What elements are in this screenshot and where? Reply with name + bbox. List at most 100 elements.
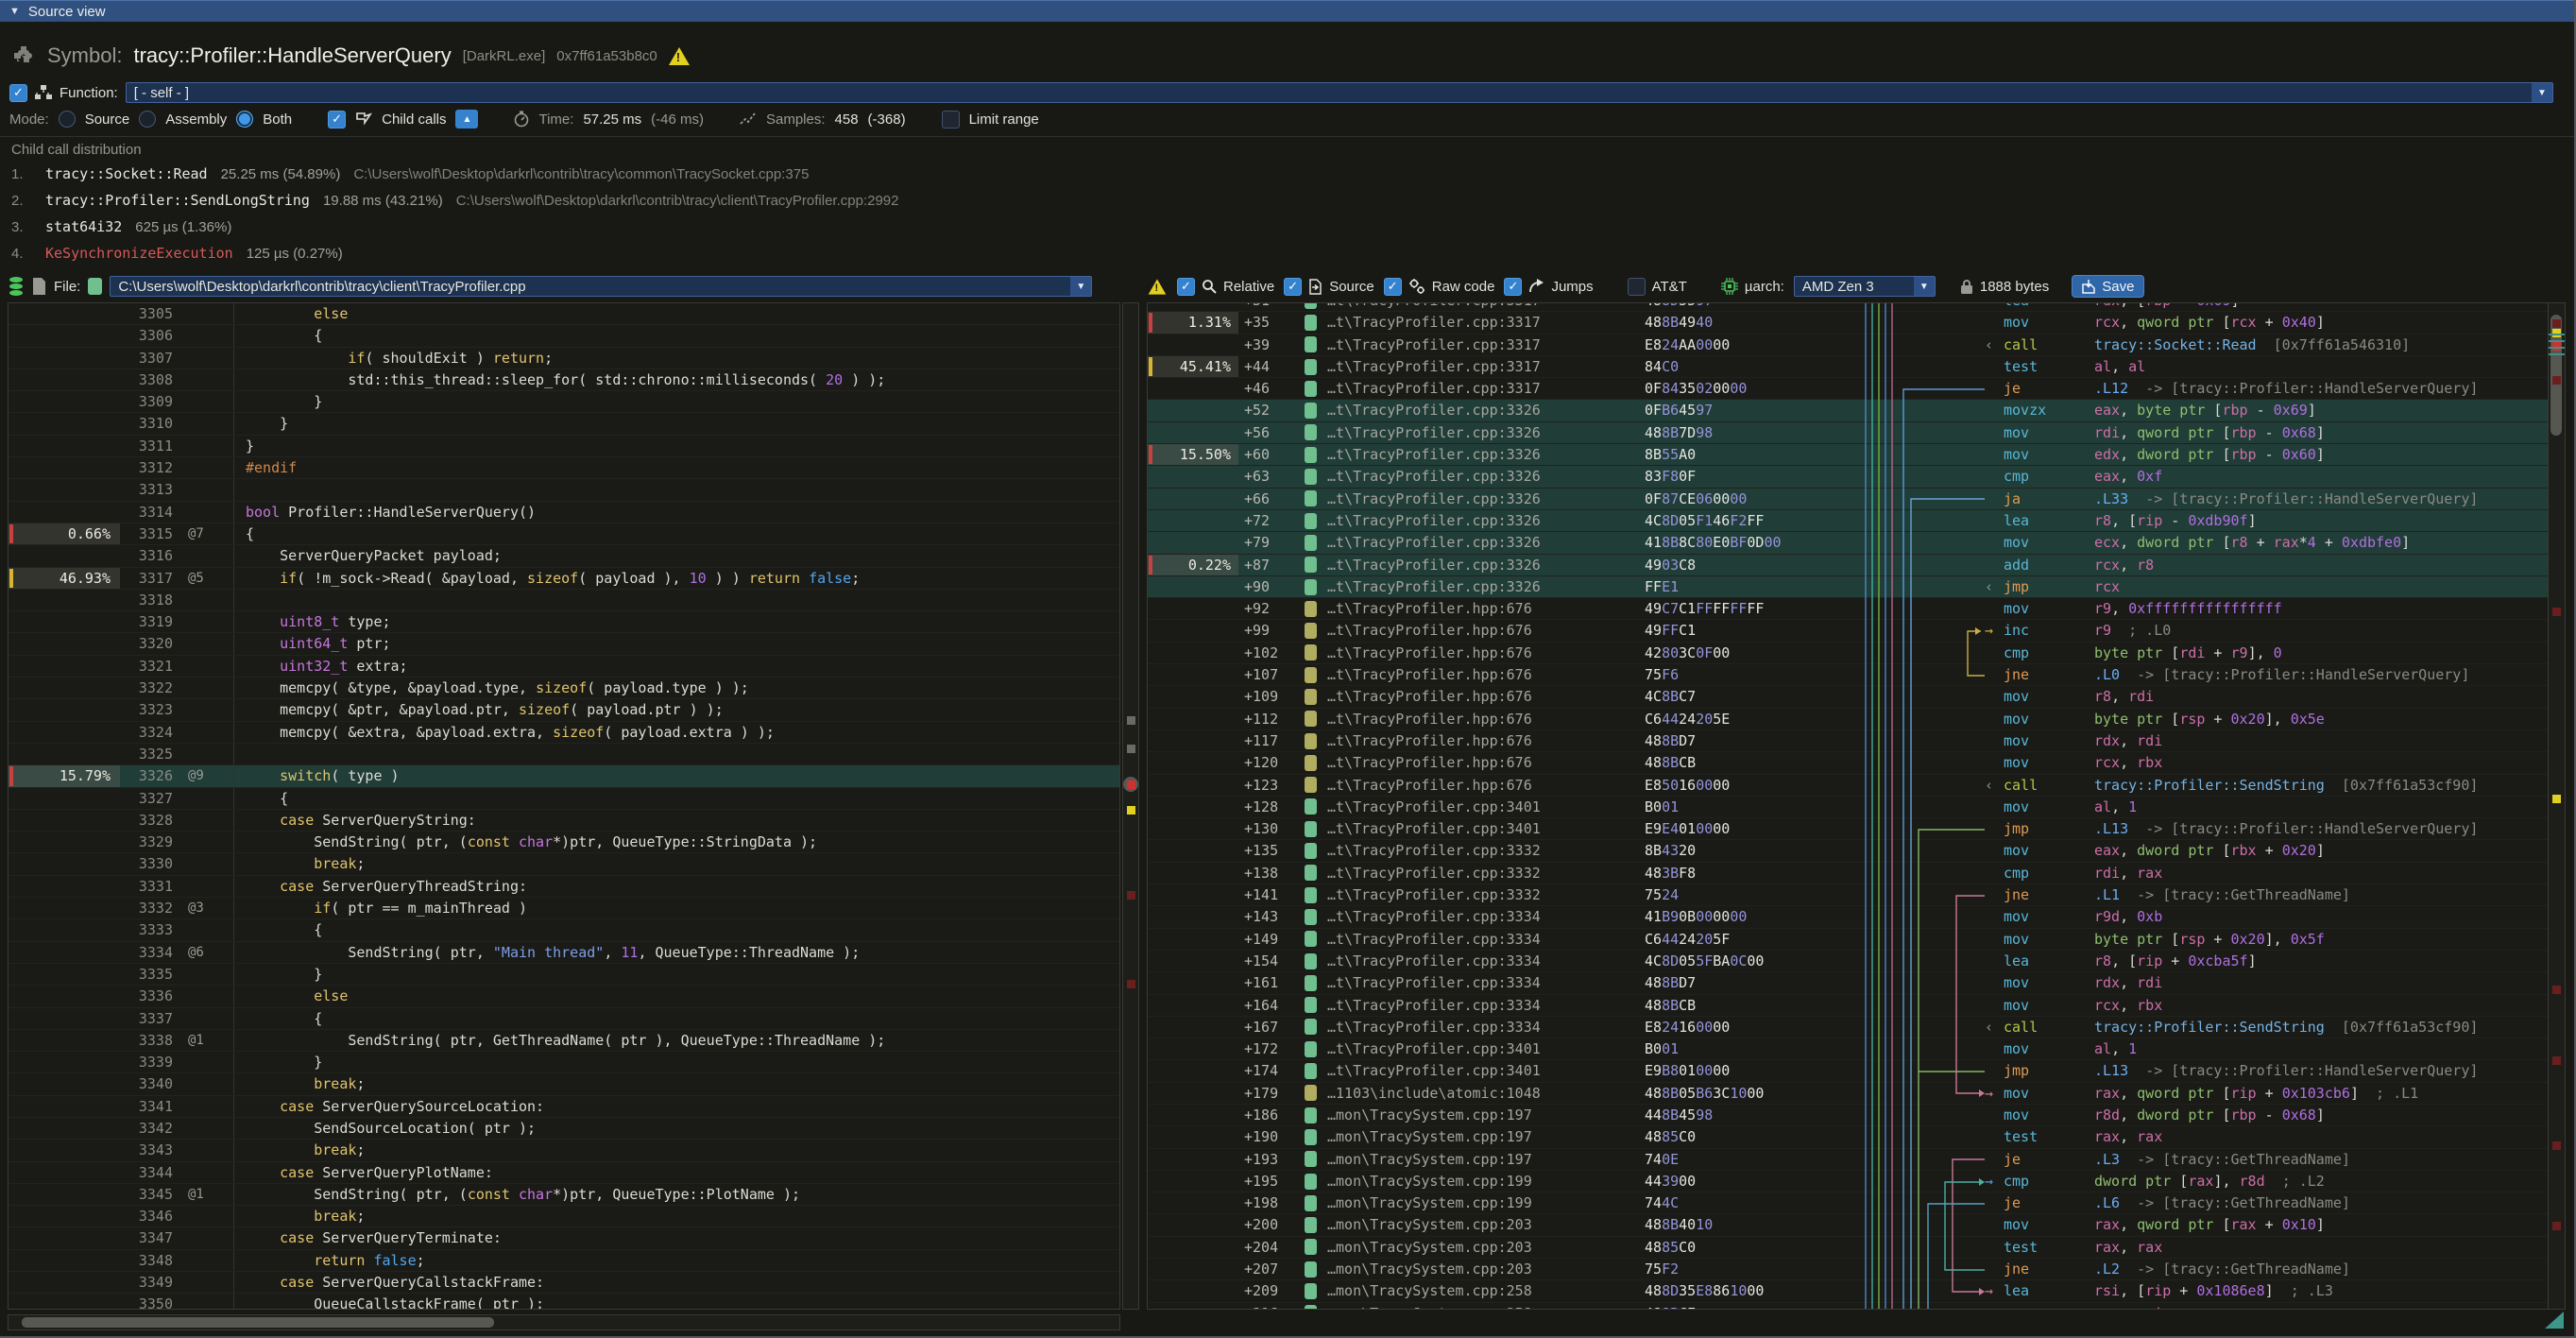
function-checkbox[interactable]: ✓ <box>9 84 27 102</box>
source-line-row[interactable]: 3305 else <box>9 303 1119 325</box>
asm-row[interactable]: +138…t\TracyProfiler.cpp:3332483BF8cmprd… <box>1148 863 2548 884</box>
asm-row[interactable]: +109…t\TracyProfiler.hpp:6764C8BC7movr8,… <box>1148 686 2548 708</box>
source-line-row[interactable]: 0.66%3315@7{ <box>9 523 1119 545</box>
source-line-row[interactable]: 3338@1 SendString( ptr, GetThreadName( p… <box>9 1030 1119 1052</box>
source-line-row[interactable]: 3330 break; <box>9 853 1119 875</box>
march-select[interactable]: AMD Zen 3 ▼ <box>1794 276 1936 297</box>
chevron-down-icon[interactable]: ▼ <box>1070 277 1091 296</box>
asm-row[interactable]: +174…t\TracyProfiler.cpp:3401E9B8010000j… <box>1148 1060 2548 1082</box>
asm-row[interactable]: +216…mon\TracySystem.cpp:258488BCEmovrcx… <box>1148 1303 2548 1309</box>
asm-row[interactable]: +99…t\TracyProfiler.hpp:67649FFC1→incr9 … <box>1148 620 2548 642</box>
source-line-row[interactable]: 46.93%3317@5 if( !m_sock->Read( &payload… <box>9 568 1119 590</box>
source-line-row[interactable]: 3340 break; <box>9 1073 1119 1095</box>
child-calls-checkbox[interactable]: ✓ <box>328 111 346 129</box>
asm-row[interactable]: 0.22%+87…t\TracyProfiler.cpp:33264903C8a… <box>1148 555 2548 576</box>
asm-row[interactable]: +149…t\TracyProfiler.cpp:3334C64424205Fm… <box>1148 929 2548 951</box>
asm-row[interactable]: +190…mon\TracySystem.cpp:1974885C0testra… <box>1148 1126 2548 1148</box>
radio-assembly[interactable] <box>139 111 156 128</box>
asm-row[interactable]: +167…t\TracyProfiler.cpp:3334E824160000‹… <box>1148 1017 2548 1038</box>
asm-row[interactable]: +39…t\TracyProfiler.cpp:3317E824AA0000‹c… <box>1148 334 2548 356</box>
asm-row[interactable]: +195…mon\TracySystem.cpp:199443900→cmpdw… <box>1148 1171 2548 1192</box>
asm-row[interactable]: +200…mon\TracySystem.cpp:203488B4010movr… <box>1148 1214 2548 1236</box>
source-line-row[interactable]: 3328 case ServerQueryString: <box>9 810 1119 832</box>
asm-row[interactable]: +193…mon\TracySystem.cpp:197740Eje.L3 ->… <box>1148 1149 2548 1171</box>
asm-row[interactable]: +56…t\TracyProfiler.cpp:3326488B7D98movr… <box>1148 422 2548 444</box>
asm-row[interactable]: +107…t\TracyProfiler.hpp:67675F6jne.L0 -… <box>1148 664 2548 686</box>
source-line-row[interactable]: 3322 memcpy( &type, &payload.type, sizeo… <box>9 678 1119 699</box>
asm-row[interactable]: +46…t\TracyProfiler.cpp:33170F8435020000… <box>1148 378 2548 400</box>
asm-row[interactable]: +198…mon\TracySystem.cpp:199744Cje.L6 ->… <box>1148 1192 2548 1214</box>
asm-row[interactable]: +90…t\TracyProfiler.cpp:3326FFE1‹jmprcx <box>1148 576 2548 598</box>
source-horizontal-scrollbar[interactable] <box>8 1314 1120 1330</box>
asm-row[interactable]: +135…t\TracyProfiler.cpp:33328B4320movea… <box>1148 840 2548 862</box>
source-line-row[interactable]: 3350 QueueCallstackFrame( ptr ); <box>9 1294 1119 1310</box>
source-line-row[interactable]: 3329 SendString( ptr, (const char*)ptr, … <box>9 832 1119 853</box>
source-line-row[interactable]: 15.79%3326@9 switch( type ) <box>9 765 1119 787</box>
chevron-down-icon[interactable]: ▼ <box>1914 277 1935 296</box>
asm-row[interactable]: 15.50%+60…t\TracyProfiler.cpp:33268B55A0… <box>1148 444 2548 466</box>
asm-row[interactable]: +204…mon\TracySystem.cpp:2034885C0testra… <box>1148 1237 2548 1259</box>
source-line-row[interactable]: 3324 memcpy( &extra, &payload.extra, siz… <box>9 722 1119 744</box>
relative-checkbox[interactable]: ✓ <box>1177 278 1195 296</box>
raw-code-checkbox[interactable]: ✓ <box>1384 278 1402 296</box>
source-line-row[interactable]: 3310 } <box>9 413 1119 435</box>
jumps-checkbox[interactable]: ✓ <box>1504 278 1522 296</box>
source-line-row[interactable]: 3347 case ServerQueryTerminate: <box>9 1227 1119 1249</box>
asm-row[interactable]: +130…t\TracyProfiler.cpp:3401E9E4010000j… <box>1148 818 2548 840</box>
source-line-row[interactable]: 3337 { <box>9 1008 1119 1030</box>
source-line-row[interactable]: 3343 break; <box>9 1140 1119 1161</box>
source-line-row[interactable]: 3341 case ServerQuerySourceLocation: <box>9 1096 1119 1118</box>
child-call-item[interactable]: 4.KeSynchronizeExecution125 µs (0.27%) <box>11 245 2565 269</box>
asm-row[interactable]: +161…t\TracyProfiler.cpp:3334488BD7movrd… <box>1148 972 2548 994</box>
asm-row[interactable]: 1.31%+35…t\TracyProfiler.cpp:3317488B494… <box>1148 312 2548 334</box>
asm-row[interactable]: +172…t\TracyProfiler.cpp:3401B001moval, … <box>1148 1038 2548 1060</box>
source-line-row[interactable]: 3312#endif <box>9 457 1119 479</box>
asm-row[interactable]: +123…t\TracyProfiler.hpp:676E850160000‹c… <box>1148 775 2548 797</box>
asm-row[interactable]: +120…t\TracyProfiler.hpp:676488BCBmovrcx… <box>1148 752 2548 774</box>
child-call-item[interactable]: 2.tracy::Profiler::SendLongString19.88 m… <box>11 192 2565 218</box>
source-line-row[interactable]: 3339 } <box>9 1052 1119 1073</box>
asm-row[interactable]: +31…t\TracyProfiler.cpp:3317488D5597lear… <box>1148 303 2548 312</box>
source-line-row[interactable]: 3309 } <box>9 391 1119 413</box>
source-line-row[interactable]: 3344 case ServerQueryPlotName: <box>9 1162 1119 1184</box>
source-line-row[interactable]: 3325 <box>9 744 1119 765</box>
assembly-vertical-scrollbar[interactable] <box>2548 303 2565 1309</box>
radio-both[interactable] <box>236 111 253 128</box>
source-vertical-scrollbar[interactable] <box>1122 302 1139 1310</box>
source-line-row[interactable]: 3349 case ServerQueryCallstackFrame: <box>9 1272 1119 1294</box>
chevron-down-icon[interactable]: ▼ <box>2532 83 2552 102</box>
source-line-row[interactable]: 3335 } <box>9 964 1119 986</box>
source-line-row[interactable]: 3334@6 SendString( ptr, "Main thread", 1… <box>9 942 1119 964</box>
asm-row[interactable]: 45.41%+44…t\TracyProfiler.cpp:331784C0te… <box>1148 356 2548 378</box>
asm-row[interactable]: +207…mon\TracySystem.cpp:20375F2jne.L2 -… <box>1148 1259 2548 1280</box>
resize-grip[interactable] <box>2545 1312 2566 1330</box>
asm-row[interactable]: +112…t\TracyProfiler.hpp:676C64424205Emo… <box>1148 709 2548 730</box>
source-line-row[interactable]: 3323 memcpy( &ptr, &payload.ptr, sizeof(… <box>9 699 1119 721</box>
scroll-thumb[interactable] <box>22 1317 494 1328</box>
source-line-row[interactable]: 3320 uint64_t ptr; <box>9 633 1119 655</box>
source-line-row[interactable]: 3345@1 SendString( ptr, (const char*)ptr… <box>9 1184 1119 1206</box>
asm-row[interactable]: +143…t\TracyProfiler.cpp:333441B90B00000… <box>1148 906 2548 928</box>
source-line-row[interactable]: 3331 case ServerQueryThreadString: <box>9 876 1119 898</box>
asm-row[interactable]: +179…1103\include\atomic:1048488B05B63C1… <box>1148 1083 2548 1105</box>
source-line-row[interactable]: 3316 ServerQueryPacket payload; <box>9 545 1119 567</box>
file-select[interactable]: C:\Users\wolf\Desktop\darkrl\contrib\tra… <box>110 276 1092 297</box>
child-call-item[interactable]: 1.tracy::Socket::Read25.25 ms (54.89%)C:… <box>11 165 2565 192</box>
child-calls-expand-button[interactable]: ▲ <box>455 110 478 129</box>
asm-row[interactable]: +186…mon\TracySystem.cpp:197448B4598movr… <box>1148 1105 2548 1126</box>
source-line-row[interactable]: 3333 { <box>9 919 1119 941</box>
asm-row[interactable]: +209…mon\TracySystem.cpp:258488D35E88610… <box>1148 1280 2548 1302</box>
source-line-row[interactable]: 3311} <box>9 436 1119 457</box>
source-line-row[interactable]: 3308 std::this_thread::sleep_for( std::c… <box>9 369 1119 391</box>
source-line-row[interactable]: 3342 SendSourceLocation( ptr ); <box>9 1118 1119 1140</box>
titlebar[interactable]: ▼ Source view <box>0 0 2574 22</box>
source-line-row[interactable]: 3321 uint32_t extra; <box>9 656 1119 678</box>
child-call-item[interactable]: 3.stat64i32625 µs (1.36%) <box>11 218 2565 245</box>
save-button[interactable]: Save <box>2072 275 2144 298</box>
source-line-row[interactable]: 3314bool Profiler::HandleServerQuery() <box>9 502 1119 523</box>
source-line-row[interactable]: 3336 else <box>9 986 1119 1007</box>
source-line-row[interactable]: 3318 <box>9 590 1119 611</box>
asm-row[interactable]: +128…t\TracyProfiler.cpp:3401B001moval, … <box>1148 797 2548 818</box>
asm-row[interactable]: +66…t\TracyProfiler.cpp:33260F87CE060000… <box>1148 489 2548 510</box>
source-line-row[interactable]: 3307 if( shouldExit ) return; <box>9 348 1119 369</box>
